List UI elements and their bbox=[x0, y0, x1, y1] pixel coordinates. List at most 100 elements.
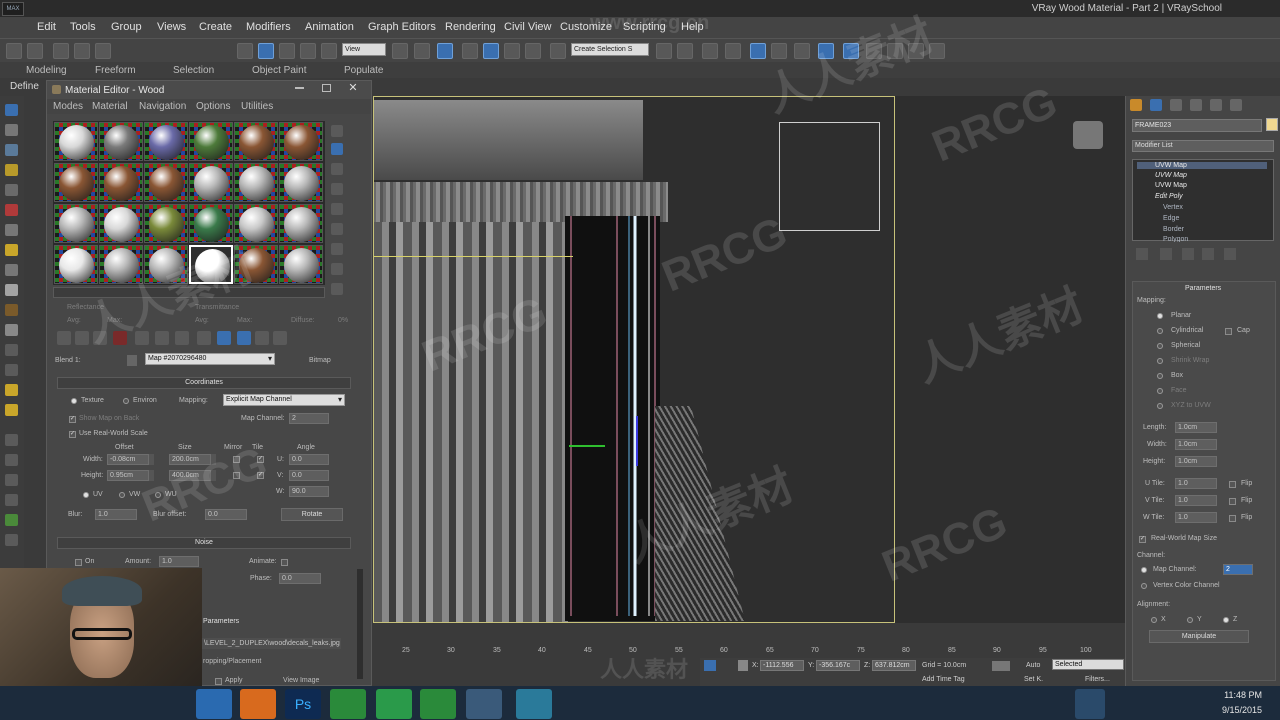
animate-checkbox[interactable] bbox=[281, 559, 288, 566]
copy-material-icon[interactable] bbox=[135, 331, 149, 345]
eyedropper-icon[interactable] bbox=[127, 355, 137, 366]
chrome-icon[interactable] bbox=[330, 689, 366, 719]
cylindrical-radio[interactable] bbox=[1157, 328, 1163, 334]
me-menu-modes[interactable]: Modes bbox=[53, 101, 83, 112]
y-coordinate-field[interactable]: -356.167c bbox=[816, 660, 860, 671]
blur-field[interactable]: 1.0 bbox=[95, 509, 137, 520]
v-tile-checkbox[interactable]: ✓ bbox=[257, 472, 264, 479]
material-sample-slot[interactable] bbox=[144, 245, 188, 284]
menu-group[interactable]: Group bbox=[111, 21, 142, 33]
material-sample-slot[interactable] bbox=[189, 122, 233, 161]
select-icon[interactable] bbox=[237, 43, 253, 59]
material-sample-slot[interactable] bbox=[234, 204, 278, 243]
u-offset-field[interactable]: -0.08cm bbox=[107, 454, 149, 465]
rotate-button[interactable]: Rotate bbox=[281, 508, 343, 521]
u-offset-spinner[interactable] bbox=[149, 454, 154, 465]
material-sample-slot[interactable] bbox=[279, 245, 323, 284]
minimize-icon[interactable] bbox=[295, 87, 304, 89]
menu-tools[interactable]: Tools bbox=[70, 21, 96, 33]
w-angle-field[interactable]: 90.0 bbox=[289, 486, 329, 497]
time-ruler[interactable]: 25 30 35 40 45 50 55 60 65 70 75 80 85 9… bbox=[373, 640, 1125, 658]
menu-edit[interactable]: Edit bbox=[37, 21, 56, 33]
material-sample-slot[interactable] bbox=[54, 204, 98, 243]
system-icon[interactable] bbox=[5, 304, 18, 316]
undo-icon[interactable] bbox=[6, 43, 22, 59]
amount-field[interactable]: 1.0 bbox=[159, 556, 199, 567]
key-filter-dropdown[interactable]: Selected bbox=[1052, 659, 1124, 670]
make-preview-icon[interactable] bbox=[331, 223, 343, 235]
material-sample-slot[interactable] bbox=[99, 204, 143, 243]
lock-selection-icon[interactable] bbox=[704, 660, 716, 671]
align-x-radio[interactable] bbox=[1151, 617, 1157, 623]
material-sample-slot[interactable] bbox=[54, 245, 98, 284]
3ds-max-icon[interactable] bbox=[516, 689, 552, 719]
view-image-button[interactable]: View Image bbox=[283, 677, 319, 684]
stack-sub-edge[interactable]: Edge bbox=[1163, 215, 1179, 222]
material-editor-scrollbar[interactable] bbox=[357, 569, 363, 679]
menu-graph-editors[interactable]: Graph Editors bbox=[368, 21, 436, 33]
w-tile-field[interactable]: 1.0 bbox=[1175, 512, 1217, 523]
globe-icon[interactable] bbox=[5, 494, 18, 506]
define-label[interactable]: Define bbox=[10, 81, 39, 92]
material-sample-slot[interactable] bbox=[54, 163, 98, 202]
coordinates-rollout[interactable]: Coordinates bbox=[57, 377, 351, 389]
x-coordinate-field[interactable]: -1112.556 bbox=[760, 660, 804, 671]
redo-icon[interactable] bbox=[27, 43, 43, 59]
torus-icon[interactable] bbox=[5, 364, 18, 376]
material-sample-slot[interactable] bbox=[189, 163, 233, 202]
real-world-map-size-checkbox[interactable]: ✓ bbox=[1139, 536, 1146, 543]
create-tab-icon[interactable] bbox=[1130, 99, 1142, 111]
eye-icon[interactable] bbox=[5, 474, 18, 486]
map-channel-radio[interactable] bbox=[1141, 567, 1147, 573]
motion-tab-icon[interactable] bbox=[1190, 99, 1202, 111]
viewcube-icon[interactable] bbox=[1073, 121, 1103, 149]
unlink-icon[interactable] bbox=[74, 43, 90, 59]
environ-radio[interactable] bbox=[123, 398, 129, 404]
map-type-button[interactable]: Bitmap bbox=[309, 357, 331, 364]
material-sample-slot[interactable] bbox=[99, 245, 143, 284]
activeshade-icon[interactable] bbox=[929, 43, 945, 59]
material-id-icon[interactable] bbox=[197, 331, 211, 345]
width-field[interactable]: 1.0cm bbox=[1175, 439, 1217, 450]
keyboard-shortcut-icon[interactable] bbox=[437, 43, 453, 59]
window-icon[interactable] bbox=[466, 689, 502, 719]
parameters-header[interactable]: Parameters bbox=[1185, 285, 1221, 292]
menu-civil-view[interactable]: Civil View bbox=[504, 21, 551, 33]
me-menu-options[interactable]: Options bbox=[196, 101, 230, 112]
wu-radio[interactable] bbox=[155, 492, 161, 498]
go-sibling-icon[interactable] bbox=[273, 331, 287, 345]
texture-radio[interactable] bbox=[71, 398, 77, 404]
material-sample-slot[interactable] bbox=[189, 204, 233, 243]
key-icon[interactable] bbox=[992, 661, 1010, 671]
stack-sub-vertex[interactable]: Vertex bbox=[1163, 204, 1183, 211]
camera-icon[interactable] bbox=[5, 184, 18, 196]
v-size-spinner[interactable] bbox=[211, 470, 216, 481]
app-logo[interactable]: MAX bbox=[2, 2, 24, 16]
reference-coord-combo[interactable]: View bbox=[342, 43, 386, 56]
map-channel-field[interactable]: 2 bbox=[289, 413, 329, 424]
camtasia-recorder-icon[interactable] bbox=[420, 689, 456, 719]
camtasia-icon[interactable] bbox=[376, 689, 412, 719]
height-field[interactable]: 1.0cm bbox=[1175, 456, 1217, 467]
spot-light-icon[interactable] bbox=[5, 384, 18, 396]
schematic-view-icon[interactable] bbox=[794, 43, 810, 59]
material-sample-slot[interactable] bbox=[279, 122, 323, 161]
select-manipulate-icon[interactable] bbox=[414, 43, 430, 59]
backlight-icon[interactable] bbox=[331, 143, 343, 155]
length-field[interactable]: 1.0cm bbox=[1175, 422, 1217, 433]
u-angle-field[interactable]: 0.0 bbox=[289, 454, 329, 465]
tab-object-paint[interactable]: Object Paint bbox=[252, 65, 306, 76]
go-to-parent-icon[interactable] bbox=[255, 331, 269, 345]
vertex-color-radio[interactable] bbox=[1141, 583, 1147, 589]
sample-type-icon[interactable] bbox=[331, 125, 343, 137]
align-z-radio[interactable] bbox=[1223, 617, 1229, 623]
object-name-field[interactable]: FRAME023 bbox=[1132, 119, 1262, 132]
align-y-radio[interactable] bbox=[1187, 617, 1193, 623]
w-flip-checkbox[interactable] bbox=[1229, 515, 1236, 522]
noise-on-checkbox[interactable] bbox=[75, 559, 82, 566]
absolute-mode-icon[interactable] bbox=[738, 660, 748, 671]
configure-sets-icon[interactable] bbox=[1224, 248, 1236, 260]
menu-rendering[interactable]: Rendering bbox=[445, 21, 496, 33]
video-color-icon[interactable] bbox=[331, 203, 343, 215]
show-end-result-icon[interactable] bbox=[1160, 248, 1172, 260]
